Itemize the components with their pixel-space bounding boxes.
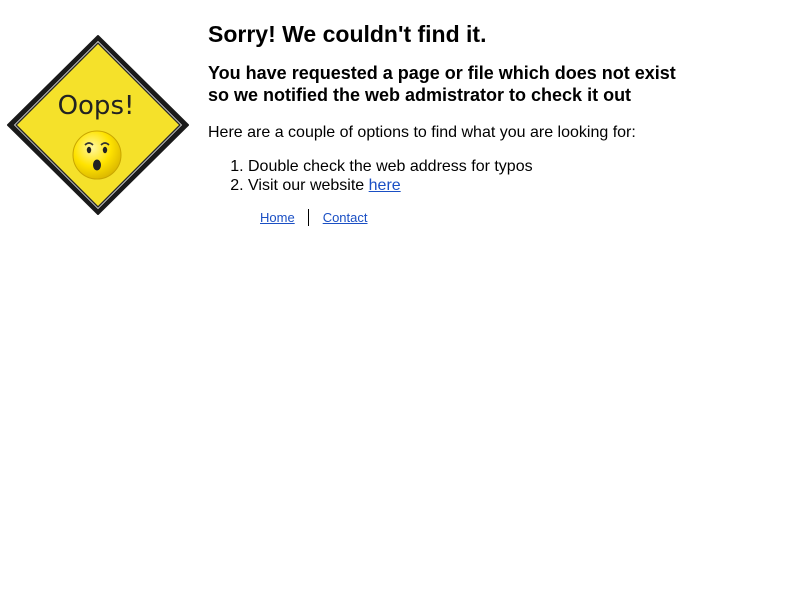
page-subtitle: You have requested a page or file which … bbox=[208, 62, 768, 106]
sign-text: Oops! bbox=[58, 91, 135, 121]
page-title: Sorry! We couldn't find it. bbox=[208, 21, 487, 47]
option-text: Visit our website bbox=[248, 177, 369, 194]
subtitle-line-1: You have requested a page or file which … bbox=[208, 63, 676, 83]
error-page: Oops! Sorry! We couldn't find it. You ha… bbox=[0, 0, 800, 600]
message-content: Sorry! We couldn't find it. You have req… bbox=[208, 20, 768, 226]
list-item: Double check the web address for typos bbox=[248, 157, 768, 176]
website-here-link[interactable]: here bbox=[369, 177, 401, 194]
contact-link[interactable]: Contact bbox=[323, 210, 368, 226]
subtitle-line-2: so we notified the web admistrator to ch… bbox=[208, 85, 632, 105]
options-list: Double check the web address for typos V… bbox=[208, 157, 768, 195]
home-link[interactable]: Home bbox=[260, 210, 295, 226]
link-separator bbox=[307, 209, 309, 226]
option-text: Double check the web address for typos bbox=[248, 158, 533, 175]
footer-links: Home Contact bbox=[260, 209, 768, 226]
oops-warning-sign-icon: Oops! bbox=[7, 35, 189, 215]
list-item: Visit our website here bbox=[248, 176, 768, 195]
intro-text: Here are a couple of options to find wha… bbox=[208, 124, 636, 141]
surprised-face-icon bbox=[72, 130, 122, 180]
